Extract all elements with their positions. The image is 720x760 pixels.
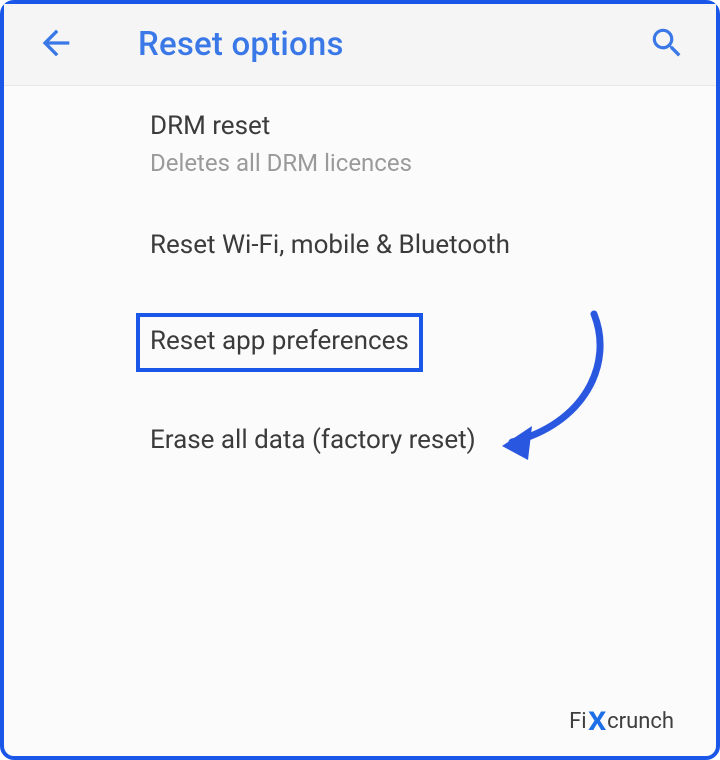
search-button[interactable] [648,24,686,66]
watermark-text-pre: Fi [569,709,587,734]
item-drm-reset[interactable]: DRM reset Deletes all DRM licences [150,110,676,177]
item-subtitle: Deletes all DRM licences [150,149,676,177]
item-reset-app-preferences[interactable]: Reset app preferences [150,325,409,358]
watermark-x-icon: X [588,707,606,737]
item-title: DRM reset [150,110,676,143]
annotation-highlight: Reset app preferences [136,313,423,372]
toolbar: Reset options [4,4,716,86]
watermark-text-post: crunch [607,709,674,734]
item-title: Reset app preferences [150,325,409,358]
app-frame: Reset options DRM reset Deletes all DRM … [0,0,720,760]
back-button[interactable] [36,23,76,67]
item-reset-wifi-mobile-bluetooth[interactable]: Reset Wi-Fi, mobile & Bluetooth [150,229,676,262]
arrow-back-icon [36,23,76,63]
watermark: Fi X crunch [569,706,674,736]
search-icon [648,24,686,62]
page-title: Reset options [138,25,648,64]
annotation-arrow-icon [484,304,634,474]
item-title: Reset Wi-Fi, mobile & Bluetooth [150,229,676,262]
